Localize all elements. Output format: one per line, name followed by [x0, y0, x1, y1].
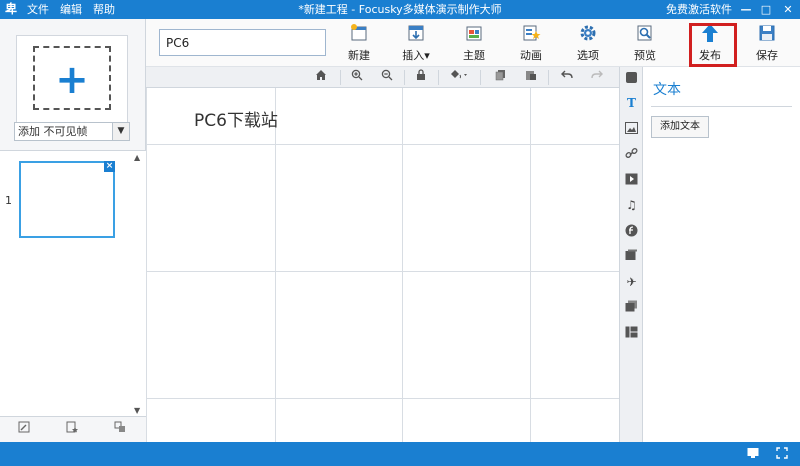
grid-line — [402, 88, 403, 442]
toolbar-divider — [548, 70, 549, 85]
left-panel: + 添加 不可见帧 ▼ 1 × ▲ ▼ — [0, 19, 146, 442]
slide-delete-icon[interactable]: × — [104, 161, 115, 172]
toolbar-divider — [480, 70, 481, 85]
properties-panel: 文本 添加文本 — [643, 67, 800, 442]
options-button[interactable]: 选项 — [566, 22, 610, 64]
copy-icon[interactable] — [492, 69, 510, 86]
text-icon[interactable]: T — [624, 96, 639, 110]
title-bar: 卑 文件 编辑 帮助 *新建工程 - Focusky多媒体演示制作大师 免费激活… — [0, 0, 800, 19]
new-icon — [349, 23, 369, 43]
duplicate-icon[interactable] — [624, 300, 639, 314]
grid-line — [146, 144, 619, 145]
insert-label: 插入▾ — [402, 49, 430, 62]
image-icon[interactable] — [624, 122, 639, 136]
zoom-out-icon[interactable] — [378, 69, 396, 86]
animation-button[interactable]: 动画 — [509, 22, 553, 64]
airplane-icon[interactable]: ✈ — [624, 275, 639, 289]
plus-icon: + — [55, 57, 89, 103]
lock-icon[interactable] — [412, 69, 430, 86]
frame-type-value: 添加 不可见帧 — [18, 125, 88, 138]
canvas-text-element[interactable]: PC6下载站 — [194, 106, 278, 131]
new-button[interactable]: 新建 — [337, 22, 381, 64]
music-icon[interactable]: ♫ — [624, 198, 639, 212]
add-frame-dashed-border: + — [33, 46, 111, 110]
save-button[interactable]: 保存 — [745, 22, 789, 64]
animation-icon — [521, 23, 541, 43]
slide-list-scrollbar[interactable]: ▲ ▼ — [132, 151, 144, 417]
zoom-in-icon[interactable] — [348, 69, 366, 86]
theme-icon — [464, 23, 484, 43]
animation-label: 动画 — [520, 49, 542, 62]
preview-button[interactable]: 预览 — [623, 22, 667, 64]
insert-button[interactable]: 插入▾ — [394, 22, 438, 64]
minimize-button[interactable]: — — [736, 0, 756, 19]
close-button[interactable]: ✕ — [778, 0, 798, 19]
preview-icon — [635, 23, 655, 43]
options-label: 选项 — [577, 49, 599, 62]
video-icon[interactable] — [624, 173, 639, 187]
scroll-up-icon[interactable]: ▲ — [134, 153, 140, 162]
fullscreen-icon[interactable] — [775, 447, 789, 461]
layers-icon[interactable] — [624, 249, 639, 263]
object-type-strip: T ♫ ✈ — [619, 67, 643, 442]
add-frame-button[interactable]: + — [16, 35, 128, 123]
edit-frame-icon[interactable] — [0, 420, 48, 440]
slide-number: 1 — [5, 194, 12, 207]
shape-icon[interactable] — [624, 71, 639, 85]
frame-path-icon[interactable] — [96, 420, 144, 440]
new-label: 新建 — [348, 49, 370, 62]
slide-list: 1 × ▲ ▼ — [0, 150, 146, 416]
grid-line — [146, 88, 147, 442]
scroll-down-icon[interactable]: ▼ — [134, 406, 140, 415]
screen-icon[interactable] — [746, 447, 760, 461]
add-text-button[interactable]: 添加文本 — [651, 116, 709, 138]
grid-line — [146, 271, 619, 272]
canvas-toolbar — [146, 67, 619, 88]
slide-thumbnail[interactable]: × — [19, 161, 115, 238]
save-label: 保存 — [756, 49, 778, 62]
preview-label: 预览 — [634, 49, 656, 62]
panel-divider — [651, 106, 792, 107]
fill-color-icon[interactable] — [446, 69, 474, 86]
undo-icon[interactable] — [558, 69, 576, 86]
grid-line — [146, 398, 619, 399]
toolbar-divider — [340, 70, 341, 85]
free-activate-link[interactable]: 免费激活软件 — [666, 0, 732, 19]
save-icon — [757, 23, 777, 43]
toolbar-divider — [404, 70, 405, 85]
frame-type-select[interactable]: 添加 不可见帧 ▼ — [14, 122, 130, 141]
status-bar — [0, 442, 800, 466]
insert-icon — [406, 23, 426, 43]
flash-icon[interactable] — [624, 224, 639, 238]
chevron-down-icon: ▾ — [424, 49, 430, 62]
grid-line — [275, 88, 276, 442]
layout-icon[interactable] — [624, 326, 639, 340]
project-name-input[interactable] — [159, 29, 326, 56]
panel-title: 文本 — [653, 82, 681, 98]
options-gear-icon — [578, 23, 598, 43]
redo-icon[interactable] — [588, 69, 606, 86]
home-icon[interactable] — [312, 69, 330, 86]
paste-icon[interactable] — [522, 69, 540, 86]
maximize-button[interactable]: □ — [756, 0, 776, 19]
link-icon[interactable] — [624, 147, 639, 161]
frame-star-icon[interactable] — [48, 420, 96, 440]
left-bottom-bar — [0, 416, 146, 442]
theme-label: 主题 — [463, 49, 485, 62]
editing-canvas[interactable]: PC6下载站 — [146, 88, 619, 442]
chevron-down-icon[interactable]: ▼ — [112, 123, 129, 140]
grid-line — [530, 88, 531, 442]
publish-highlight-box — [689, 23, 737, 67]
theme-button[interactable]: 主题 — [452, 22, 496, 64]
toolbar-divider — [438, 70, 439, 85]
